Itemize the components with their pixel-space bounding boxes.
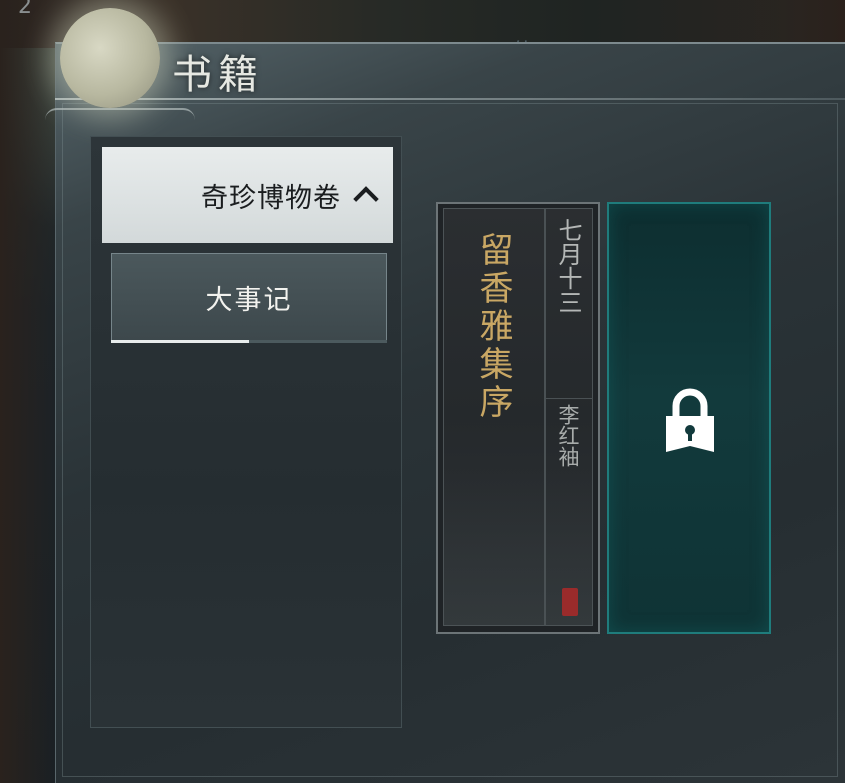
book-title: 留香雅集序 <box>473 232 513 422</box>
sub-item-label: 大事记 <box>205 284 293 316</box>
book-screen: 2 侠 书籍 奇珍博物卷 大事记 留香雅集序 七月十三 李红袖 <box>0 0 845 783</box>
cloud-decoration <box>45 108 195 128</box>
category-label: 奇珍博物卷 <box>201 182 341 214</box>
seal-stamp-icon <box>562 588 578 616</box>
sub-item-progress-fill <box>111 340 249 343</box>
book-date: 七月十三 <box>554 218 582 314</box>
category-header-button[interactable]: 奇珍博物卷 <box>102 147 393 243</box>
book-divider-vertical <box>544 208 546 626</box>
book-divider-horizontal <box>546 398 593 399</box>
lock-icon <box>666 388 714 452</box>
page-title: 书籍 <box>172 52 264 98</box>
corner-number: 2 <box>18 0 32 19</box>
chevron-up-icon <box>353 186 379 212</box>
sub-item-events[interactable]: 大事记 <box>111 253 387 341</box>
book-author: 李红袖 <box>556 404 580 467</box>
moon-icon <box>60 8 160 108</box>
